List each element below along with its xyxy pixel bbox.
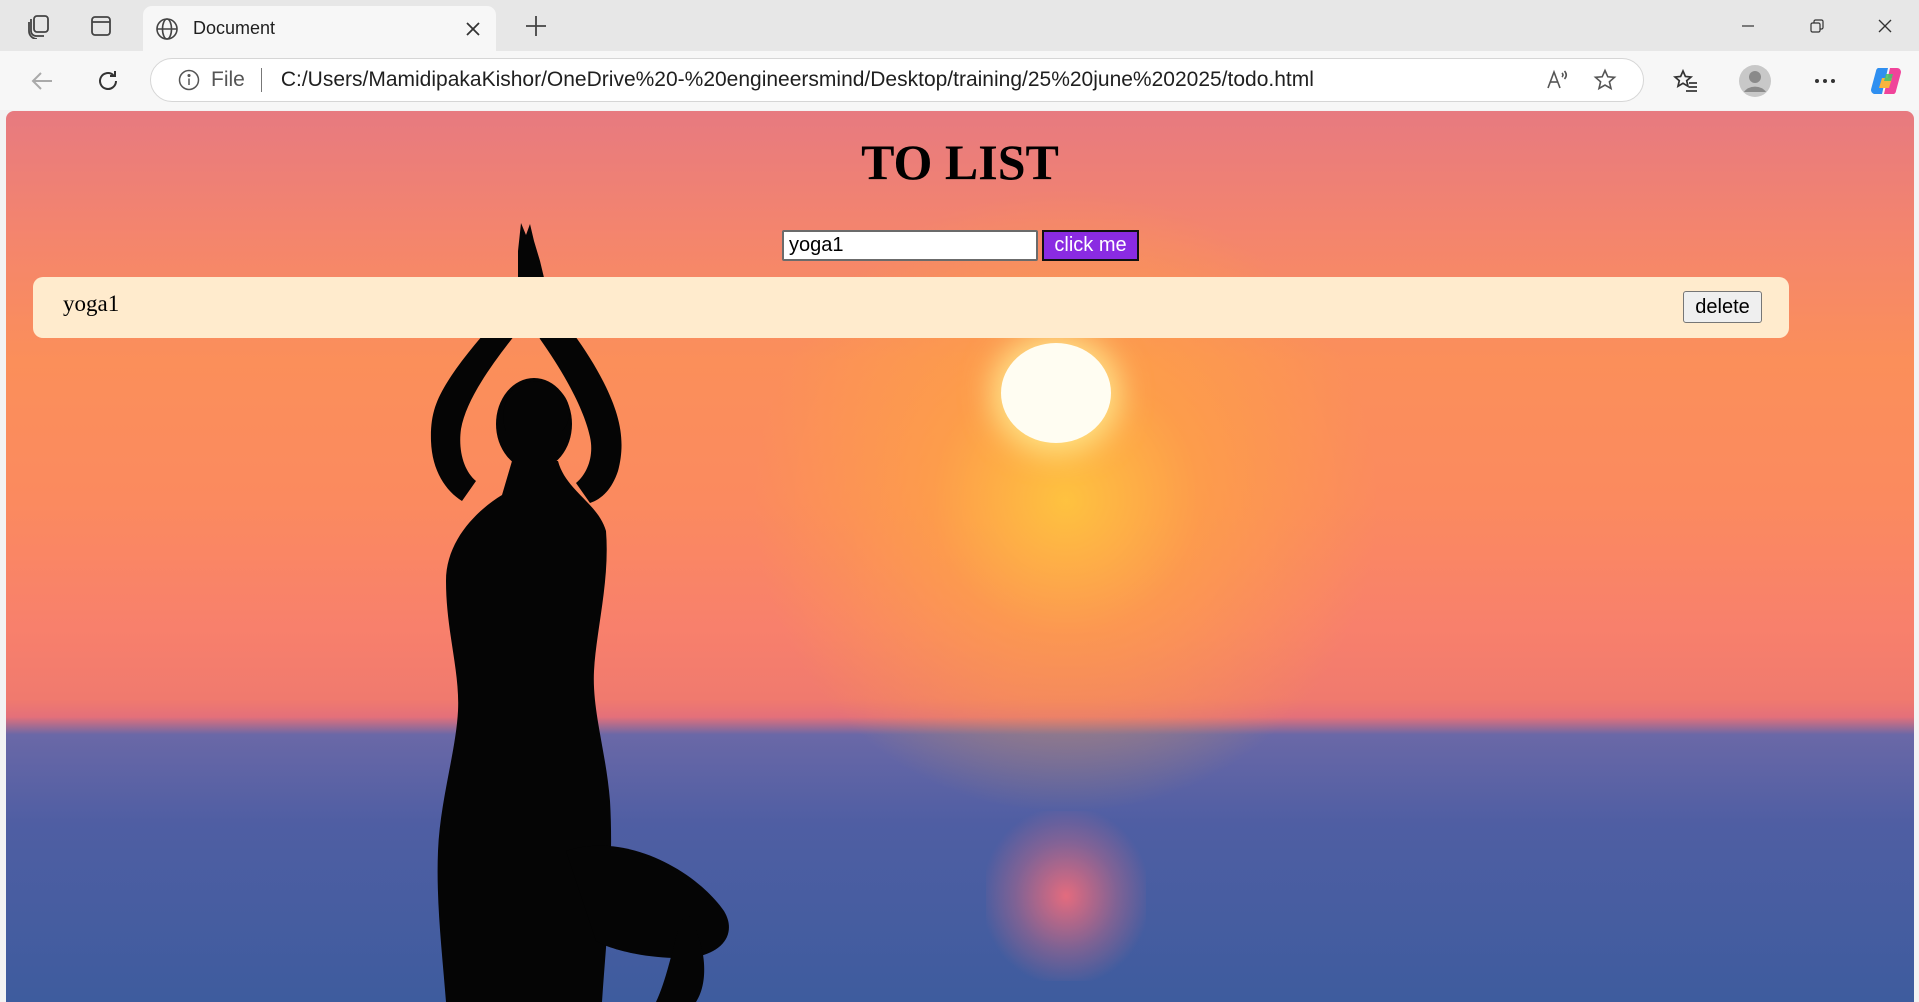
todo-item: yoga1 delete — [33, 277, 1789, 338]
copilot-icon[interactable] — [1866, 61, 1906, 101]
address-bar[interactable]: File C:/Users/MamidipakaKishor/OneDrive%… — [150, 58, 1644, 102]
page-viewport: TO LIST click me yoga1 delete — [6, 111, 1914, 1002]
todo-item-text: yoga1 — [63, 291, 120, 316]
todo-input[interactable] — [782, 230, 1038, 261]
favorites-icon[interactable] — [1666, 61, 1706, 101]
new-tab-icon[interactable] — [518, 8, 554, 44]
tab-title: Document — [193, 18, 276, 38]
url-text[interactable]: C:/Users/MamidipakaKishor/OneDrive%20-%2… — [281, 68, 1537, 92]
page-title: TO LIST — [861, 134, 1059, 190]
more-menu-icon[interactable] — [1805, 61, 1845, 101]
tab-document[interactable]: Document — [143, 6, 496, 51]
browser-tab-strip: Document — [0, 0, 1919, 51]
favorite-star-icon[interactable] — [1585, 60, 1625, 100]
delete-button[interactable]: delete — [1683, 291, 1762, 323]
browser-toolbar: File C:/Users/MamidipakaKishor/OneDrive%… — [0, 51, 1919, 110]
profile-avatar-icon[interactable] — [1735, 61, 1775, 101]
address-divider — [260, 68, 262, 92]
workspaces-icon[interactable] — [21, 10, 57, 42]
refresh-icon[interactable] — [88, 61, 128, 101]
minimize-icon[interactable] — [1714, 0, 1782, 51]
vertical-tabs-icon[interactable] — [83, 10, 119, 42]
close-window-icon[interactable] — [1851, 0, 1919, 51]
globe-icon — [153, 15, 181, 43]
info-icon[interactable] — [177, 68, 201, 92]
back-icon[interactable] — [22, 61, 62, 101]
add-todo-button[interactable]: click me — [1042, 230, 1139, 261]
read-aloud-icon[interactable] — [1537, 60, 1577, 100]
restore-icon[interactable] — [1783, 0, 1851, 51]
close-tab-icon[interactable] — [456, 12, 490, 46]
url-scheme-label: File — [211, 68, 245, 91]
